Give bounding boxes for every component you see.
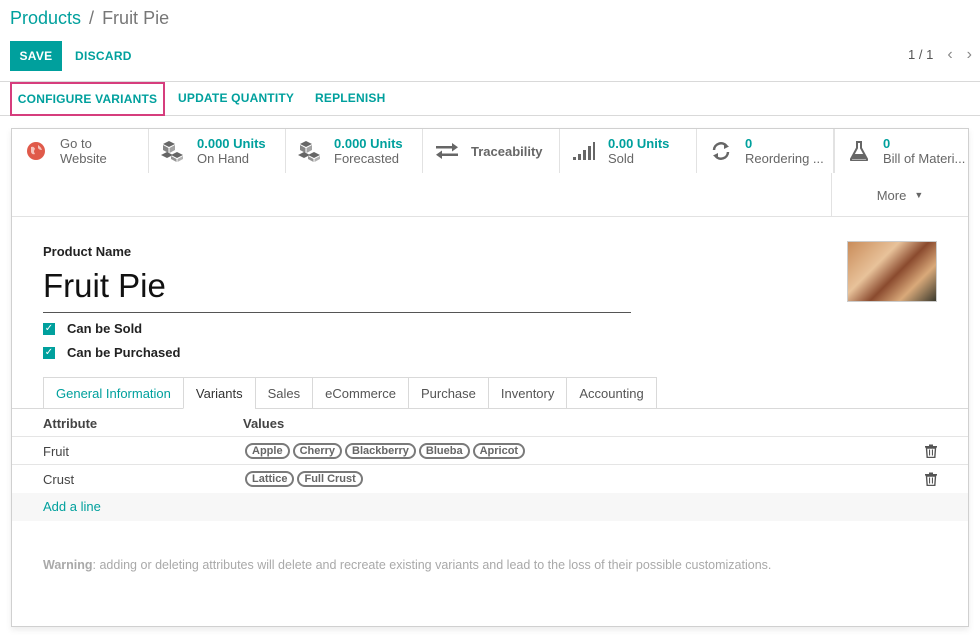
reordering-smart-button[interactable]: 0 Reordering ... <box>697 129 834 173</box>
tab-purchase[interactable]: Purchase <box>407 377 488 409</box>
smart-buttons: Go to Website 0.000 Units On Hand 0.000 Un… <box>12 129 968 173</box>
traceability-label: Traceability <box>471 143 543 159</box>
globe-icon <box>24 139 48 163</box>
product-name-input[interactable]: Fruit Pie <box>43 267 631 313</box>
website-line2: Website <box>60 151 107 166</box>
cubes-icon <box>298 139 322 163</box>
exchange-arrows-icon <box>435 139 459 163</box>
can-be-purchased-row: ✓ Can be Purchased <box>43 345 180 360</box>
on-hand-label: On Hand <box>197 151 250 166</box>
more-button[interactable]: More ▼ <box>831 173 968 217</box>
warning-label: Warning <box>43 558 93 572</box>
table-row[interactable]: Crust Lattice Full Crust <box>12 465 968 493</box>
form-sheet: Go to Website 0.000 Units On Hand 0.000 Un… <box>11 128 969 627</box>
caret-down-icon: ▼ <box>914 190 924 200</box>
tab-general-information[interactable]: General Information <box>43 377 183 409</box>
tab-sales[interactable]: Sales <box>254 377 313 409</box>
website-line1: Go to <box>60 136 92 151</box>
forecasted-smart-button[interactable]: 0.000 Units Forecasted <box>286 129 423 173</box>
cubes-icon <box>161 139 185 163</box>
more-label: More <box>876 187 907 203</box>
warning-text: Warning: adding or deleting attributes w… <box>43 558 771 572</box>
tab-variants[interactable]: Variants <box>182 377 255 409</box>
bom-value: 0 <box>883 136 891 151</box>
product-name-label: Product Name <box>43 244 132 259</box>
tab-ecommerce[interactable]: eCommerce <box>312 377 408 409</box>
can-be-sold-checkbox[interactable]: ✓ <box>43 322 55 335</box>
forecasted-label: Forecasted <box>334 151 400 166</box>
website-smart-button[interactable]: Go to Website <box>12 129 149 173</box>
breadcrumb-current: Fruit Pie <box>102 8 170 28</box>
signal-bars-icon <box>572 139 596 163</box>
pager-value[interactable]: 1 / 1 <box>908 47 933 62</box>
save-button[interactable]: SAVE <box>10 41 62 71</box>
traceability-smart-button[interactable]: Traceability <box>423 129 560 173</box>
tab-accounting[interactable]: Accounting <box>566 377 657 409</box>
discard-button[interactable]: DISCARD <box>75 41 132 71</box>
pager: 1 / 1 ‹ › <box>908 46 972 62</box>
warning-message: : adding or deleting attributes will del… <box>92 558 772 572</box>
can-be-sold-label: Can be Sold <box>67 321 143 336</box>
table-row[interactable]: Fruit Apple Cherry Blackberry Blueba Apr… <box>12 437 968 465</box>
tab-inventory[interactable]: Inventory <box>487 377 567 409</box>
product-image[interactable] <box>847 241 937 302</box>
chevron-left-icon[interactable]: ‹ <box>947 46 952 62</box>
reordering-label: Reordering ... <box>745 151 824 166</box>
add-a-line-link[interactable]: Add a line <box>43 499 101 514</box>
on-hand-smart-button[interactable]: 0.000 Units On Hand <box>149 129 286 173</box>
can-be-purchased-label: Can be Purchased <box>67 345 181 360</box>
configure-variants-button[interactable]: CONFIGURE VARIANTS <box>10 82 165 116</box>
forecasted-value: 0.000 Units <box>334 136 403 151</box>
value-tag: Lattice <box>245 471 295 487</box>
replenish-button[interactable]: REPLENISH <box>315 91 385 105</box>
sold-value: 0.00 Units <box>608 136 670 151</box>
value-tag: Blueba <box>418 443 470 459</box>
breadcrumb-products-link[interactable]: Products <box>10 8 81 29</box>
breadcrumb: Products / Fruit Pie <box>10 8 169 29</box>
on-hand-value: 0.000 Units <box>197 136 266 151</box>
value-tag: Cherry <box>292 443 343 459</box>
add-line-row <box>12 493 968 521</box>
update-quantity-button[interactable]: UPDATE QUANTITY <box>178 91 294 105</box>
divider <box>12 216 968 217</box>
attribute-cell: Fruit <box>43 443 69 459</box>
can-be-purchased-checkbox[interactable]: ✓ <box>43 346 55 359</box>
values-cell: Lattice Full Crust <box>245 471 363 487</box>
trash-icon[interactable] <box>924 444 938 458</box>
chevron-right-icon[interactable]: › <box>967 46 972 62</box>
action-bar: CONFIGURE VARIANTS UPDATE QUANTITY REPLE… <box>0 82 980 116</box>
values-cell: Apple Cherry Blackberry Blueba Apricot <box>245 443 526 459</box>
breadcrumb-separator: / <box>89 8 95 28</box>
value-tag: Blackberry <box>345 443 416 459</box>
refresh-icon <box>709 139 733 163</box>
can-be-sold-row: ✓ Can be Sold <box>43 321 142 336</box>
value-tag: Apple <box>245 443 290 459</box>
sold-smart-button[interactable]: 0.00 Units Sold <box>560 129 697 173</box>
bom-label: Bill of Materi... <box>883 151 966 166</box>
flask-icon <box>847 139 871 163</box>
value-tag: Full Crust <box>297 471 363 487</box>
column-header-values: Values <box>243 416 285 431</box>
value-tag: Apricot <box>472 443 526 459</box>
bom-smart-button[interactable]: 0 Bill of Materi... <box>834 129 968 173</box>
sold-label: Sold <box>608 151 635 166</box>
trash-icon[interactable] <box>924 472 938 486</box>
column-header-attribute: Attribute <box>43 416 98 431</box>
reordering-value: 0 <box>745 136 753 151</box>
notebook-tabs: General Information Variants Sales eComm… <box>43 377 657 409</box>
attribute-cell: Crust <box>43 471 75 487</box>
